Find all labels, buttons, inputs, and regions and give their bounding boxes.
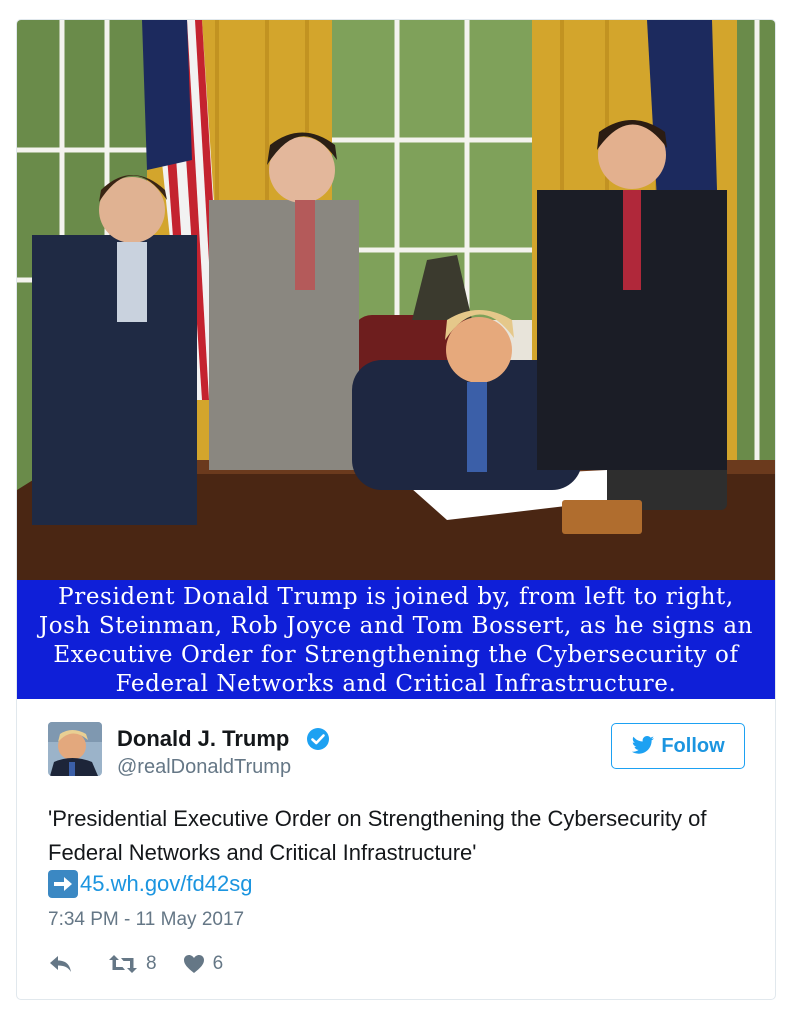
- reply-button[interactable]: [48, 954, 82, 974]
- heart-icon: [183, 955, 204, 973]
- caption-line-4: Federal Networks and Critical Infrastruc…: [115, 671, 677, 697]
- reply-icon: [50, 956, 71, 972]
- tweet-card: President Donald Trump is joined by, fro…: [16, 19, 776, 1000]
- tweet-text: 'Presidential Executive Order on Strengt…: [48, 806, 707, 865]
- tweet-actions: 8 6: [48, 953, 249, 975]
- retweet-icon: [109, 955, 137, 973]
- tweet-timestamp[interactable]: 7:34 PM - 11 May 2017: [48, 909, 244, 931]
- follow-label: Follow: [661, 734, 725, 757]
- tweet-link-row: 45.wh.gov/fd42sg: [48, 870, 252, 898]
- caption-line-3: Executive Order for Strengthening the Cy…: [53, 642, 739, 668]
- avatar[interactable]: [48, 722, 102, 776]
- author-name[interactable]: Donald J. Trump: [117, 726, 289, 752]
- tweet-link[interactable]: 45.wh.gov/fd42sg: [80, 871, 252, 897]
- photo-caption: President Donald Trump is joined by, fro…: [17, 580, 775, 699]
- follow-button[interactable]: Follow: [611, 723, 745, 769]
- like-count: 6: [212, 953, 224, 974]
- right-arrow-icon: [48, 870, 78, 898]
- retweet-count: 8: [146, 953, 157, 974]
- caption-line-1: President Donald Trump is joined by, fro…: [58, 584, 734, 610]
- verified-badge-icon: [307, 728, 329, 750]
- twitter-bird-icon: [632, 736, 655, 754]
- tweet-photo[interactable]: [17, 20, 775, 580]
- retweet-button[interactable]: 8: [108, 953, 157, 975]
- caption-line-2: Josh Steinman, Rob Joyce and Tom Bossert…: [38, 613, 754, 639]
- like-button[interactable]: 6: [183, 953, 224, 975]
- author-handle[interactable]: @realDonaldTrump: [117, 756, 291, 779]
